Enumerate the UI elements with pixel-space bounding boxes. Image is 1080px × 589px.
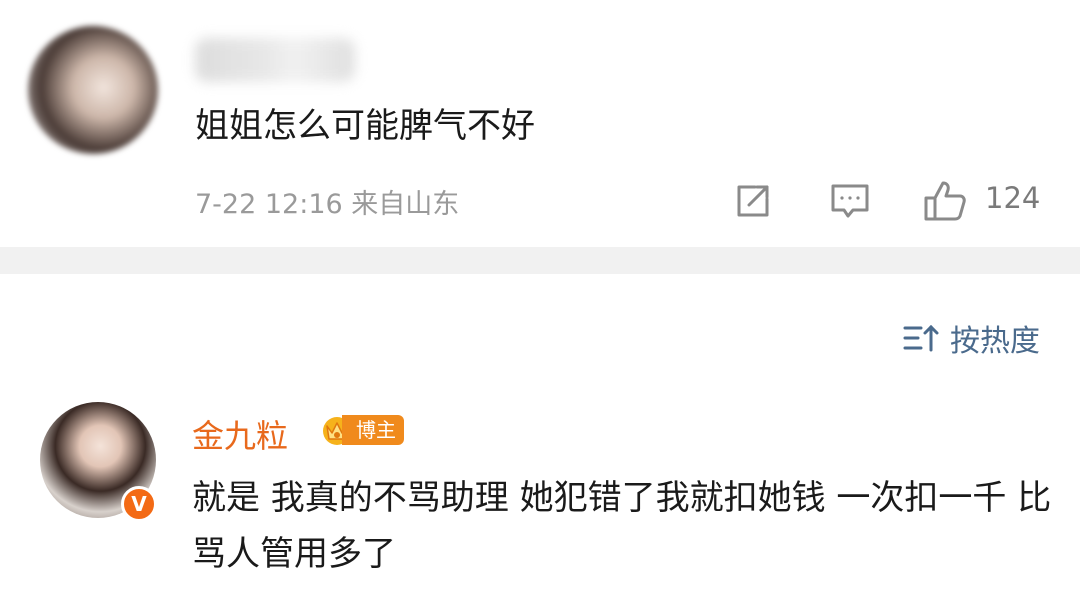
comment-button[interactable] — [827, 178, 873, 224]
section-divider — [0, 247, 1080, 274]
like-button[interactable] — [922, 178, 968, 224]
comment-time-location: 7-22 12:16 来自山东 — [195, 189, 460, 220]
host-badge-label: 博主 — [342, 415, 404, 445]
comment-text: 姐姐怎么可能脾气不好 — [195, 106, 535, 146]
avatar[interactable] — [28, 26, 158, 154]
share-button[interactable] — [730, 178, 776, 224]
sort-icon — [903, 324, 939, 352]
reply-text: 就是 我真的不骂助理 她犯错了我就扣她钱 一次扣一千 比骂人管用多了 — [192, 478, 1052, 574]
comment-card: 姐姐怎么可能脾气不好 7-22 12:16 来自山东 124 — [0, 0, 1080, 247]
comment-icon — [831, 184, 869, 218]
sort-label: 按热度 — [950, 324, 1040, 359]
like-icon — [924, 181, 966, 221]
verified-badge: V — [121, 486, 157, 522]
sort-toggle[interactable]: 按热度 — [902, 316, 1040, 360]
blurred-username[interactable] — [195, 38, 355, 82]
reply-username[interactable]: 金九粒 — [192, 411, 288, 457]
host-badge: 博主 — [320, 414, 404, 446]
share-icon — [737, 185, 769, 217]
like-count: 124 — [985, 181, 1041, 215]
